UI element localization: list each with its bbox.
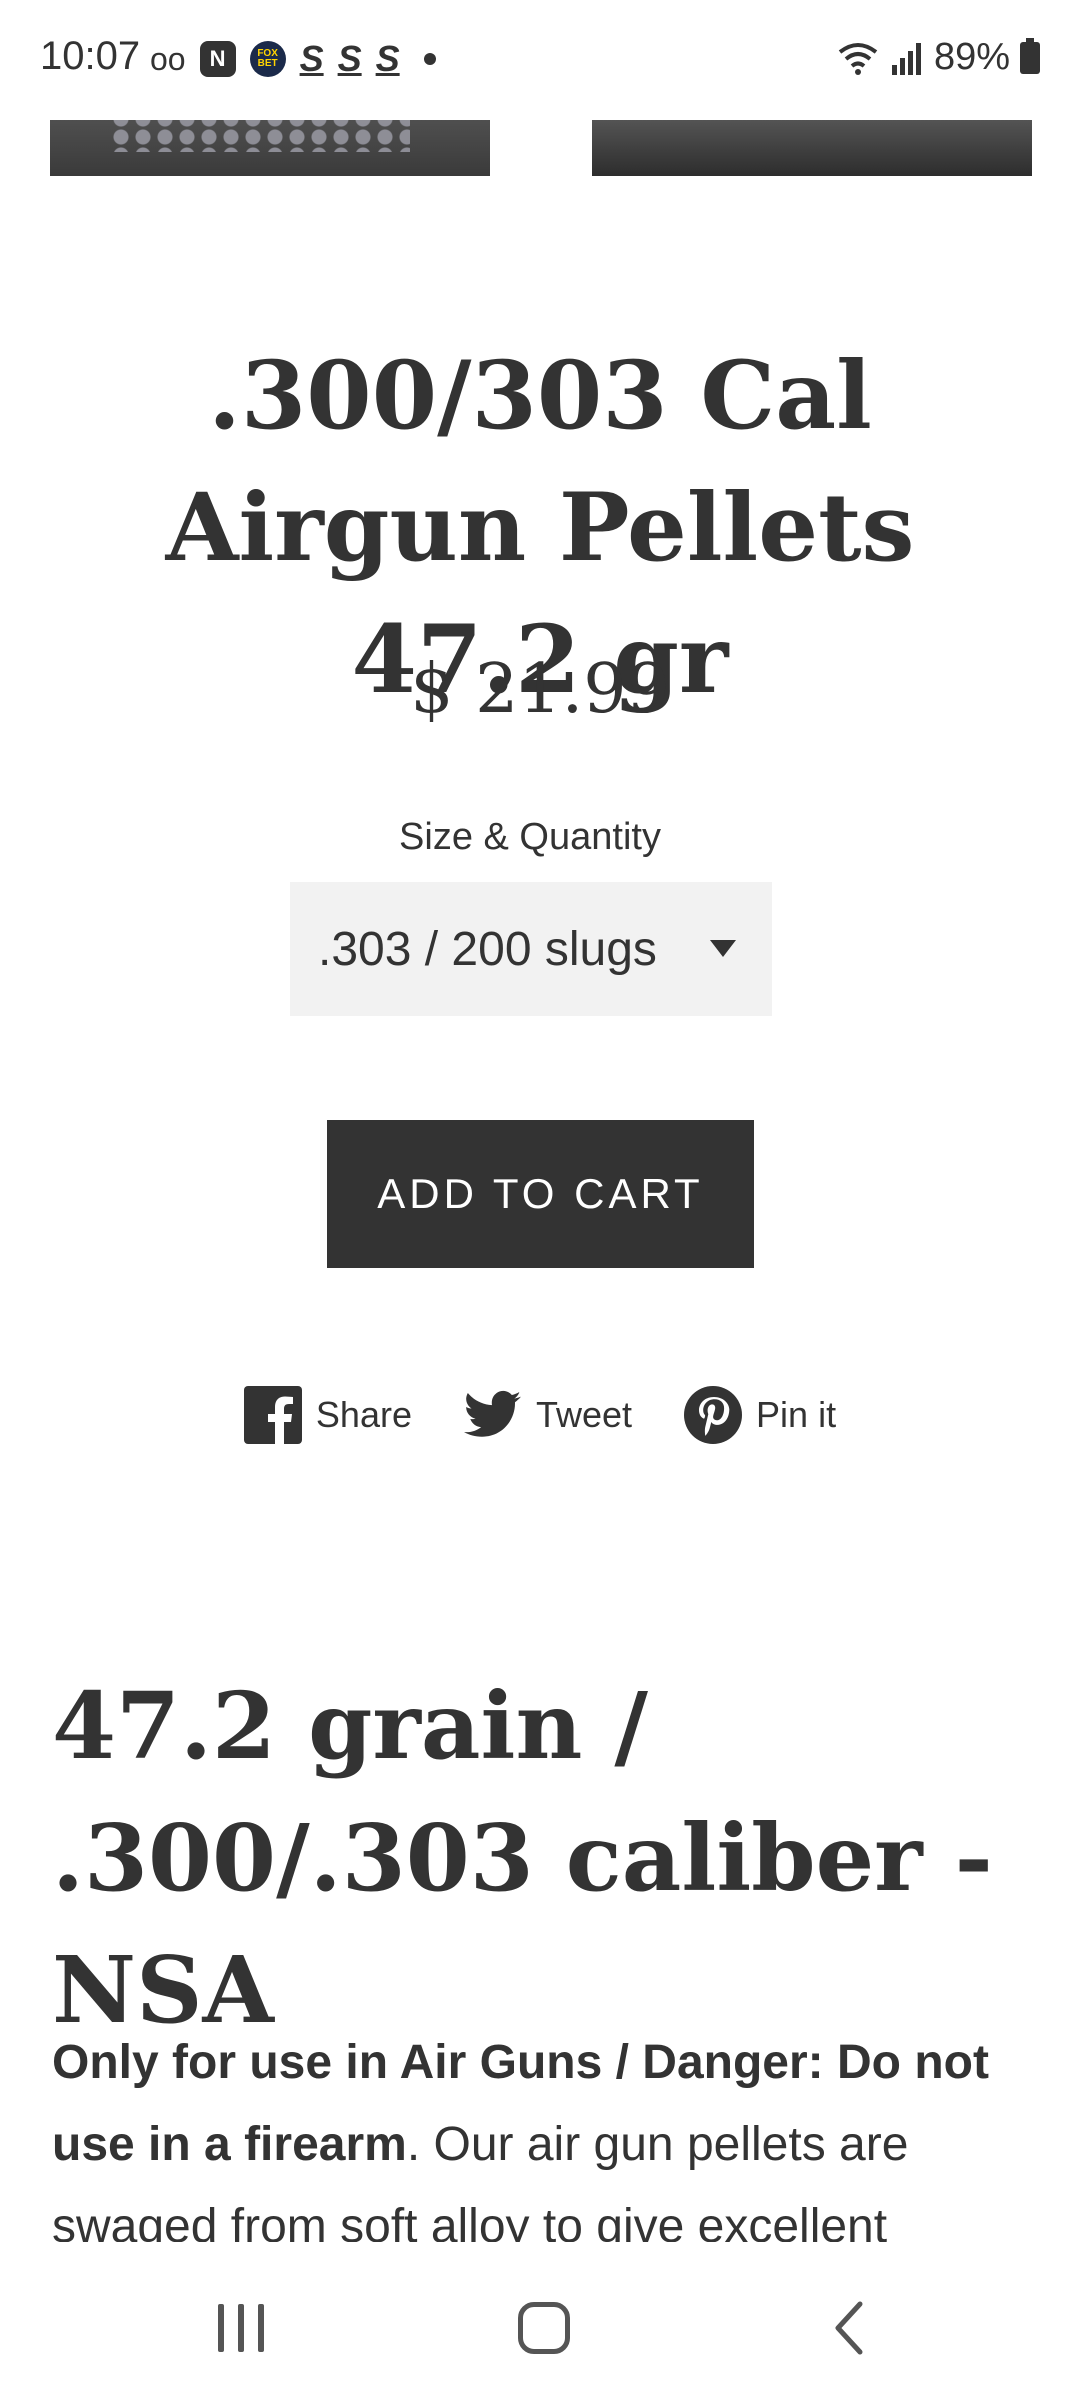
share-twitter-label: Tweet <box>535 1394 633 1435</box>
add-to-cart-button[interactable]: ADD TO CART <box>327 1120 754 1268</box>
twitter-icon <box>463 1390 522 1437</box>
status-time: 10:07 <box>40 34 141 78</box>
fox-bet-icon: FOX BET <box>249 41 286 77</box>
more-notifications-dot-icon <box>423 53 436 65</box>
share-facebook-link[interactable]: Share <box>243 1386 412 1444</box>
product-price: $ 21.99 <box>410 650 670 729</box>
pinterest-icon <box>684 1386 743 1444</box>
s-app-icon: S <box>299 38 324 79</box>
battery-percent: 89% <box>933 36 1010 78</box>
navigation-bar <box>0 2256 1080 2400</box>
description-body: Only for use in Air Guns / Danger: Do no… <box>52 2022 1042 2242</box>
app-notification-icon: N <box>199 41 236 77</box>
share-twitter-link[interactable]: Tweet <box>463 1386 633 1444</box>
home-icon[interactable] <box>518 2302 570 2354</box>
recents-icon[interactable] <box>218 2304 264 2352</box>
system-status: 89% <box>836 36 1040 79</box>
share-facebook-label: Share <box>315 1394 412 1435</box>
social-share: Share Tweet Pin it <box>0 1386 1080 1444</box>
description-heading: 47.2 grain / .300/.303 caliber -NSA <box>52 1672 993 2044</box>
variant-label: Size & Quantity <box>399 816 661 858</box>
wifi-icon <box>838 42 878 75</box>
notification-icons: oo N FOX BET S S S <box>150 38 436 80</box>
share-pinterest-label: Pin it <box>756 1394 837 1435</box>
battery-icon <box>1020 37 1040 74</box>
voicemail-icon: oo <box>150 40 186 77</box>
status-bar: 10:07 oo N FOX BET S S S 89% <box>0 0 1080 120</box>
caret-down-icon <box>710 940 736 957</box>
variant-select[interactable]: .303 / 200 slugs <box>290 882 772 1016</box>
variant-selected-value: .303 / 200 slugs <box>318 922 657 976</box>
s-app-icon: S <box>375 38 400 79</box>
share-pinterest-link[interactable]: Pin it <box>684 1386 836 1444</box>
signal-icon <box>891 42 921 75</box>
facebook-icon <box>243 1386 302 1444</box>
s-app-icon: S <box>337 38 362 79</box>
back-icon[interactable] <box>828 2298 868 2358</box>
